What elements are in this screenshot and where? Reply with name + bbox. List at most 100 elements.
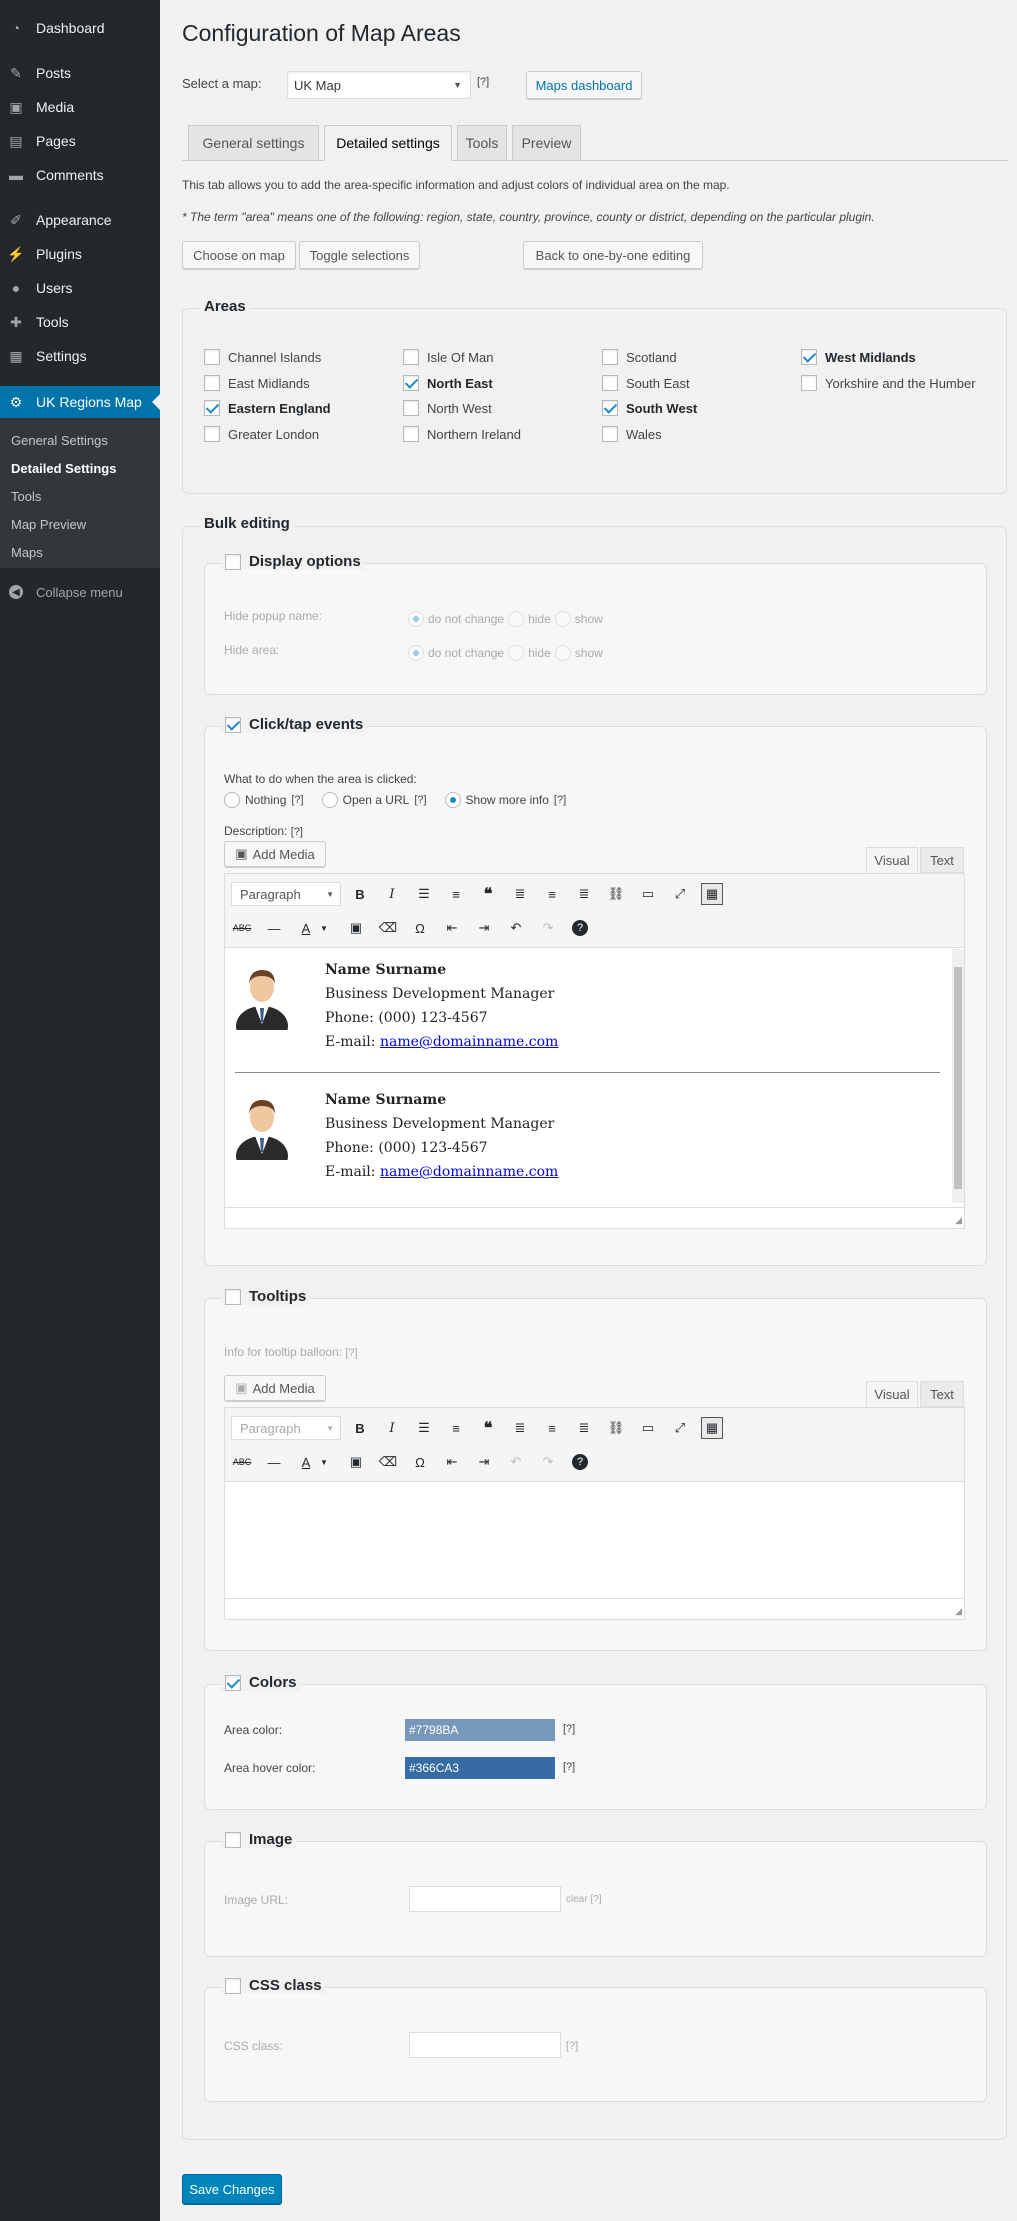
- special-character-icon[interactable]: Ω: [409, 1451, 431, 1473]
- undo-icon[interactable]: ↶: [505, 1451, 527, 1473]
- colors-checkbox[interactable]: [225, 1674, 241, 1691]
- chevron-down-icon[interactable]: ▼: [313, 1451, 335, 1473]
- tab-general-settings[interactable]: General settings: [188, 125, 319, 161]
- redo-icon[interactable]: ↷: [537, 1451, 559, 1473]
- toolbar-toggle-icon[interactable]: ▦: [701, 883, 723, 905]
- strikethrough-icon[interactable]: ABC: [231, 917, 253, 939]
- editor-scrollbar[interactable]: [952, 949, 964, 1203]
- undo-icon[interactable]: ↶: [505, 917, 527, 939]
- paste-text-icon[interactable]: ▣: [345, 917, 367, 939]
- read-more-icon[interactable]: ▭: [637, 883, 659, 905]
- sidebar-item-tools[interactable]: ✚ Tools: [0, 306, 160, 338]
- bullet-list-icon[interactable]: ☰: [413, 883, 435, 905]
- radio-no-change[interactable]: [408, 611, 424, 627]
- contact-email-link[interactable]: name@domainname.com: [380, 1034, 558, 1050]
- sidebar-item-pages[interactable]: ▤ Pages: [0, 125, 160, 157]
- fullscreen-icon[interactable]: ⤢: [669, 883, 691, 905]
- area-west-midlands[interactable]: West Midlands: [801, 349, 916, 365]
- bold-icon[interactable]: B: [349, 883, 371, 905]
- colors-legend[interactable]: Colors: [221, 1674, 301, 1691]
- sidebar-item-users[interactable]: ● Users: [0, 272, 160, 304]
- sidebar-item-posts[interactable]: ✎ Posts: [0, 57, 160, 89]
- radio-show[interactable]: [554, 611, 571, 627]
- checkbox-checked[interactable]: [204, 400, 220, 416]
- area-yorkshire-and-the-humber[interactable]: Yorkshire and the Humber: [801, 375, 976, 391]
- read-more-icon[interactable]: ▭: [637, 1417, 659, 1439]
- display-options-legend[interactable]: Display options: [221, 553, 365, 570]
- bold-icon[interactable]: B: [349, 1417, 371, 1439]
- area-northern-ireland[interactable]: Northern Ireland: [403, 426, 521, 442]
- clear-formatting-icon[interactable]: ⌫: [377, 917, 399, 939]
- area-north-east[interactable]: North East: [403, 375, 493, 391]
- checkbox[interactable]: [602, 426, 618, 442]
- checkbox[interactable]: [204, 426, 220, 442]
- css-class-input[interactable]: [409, 2032, 561, 2058]
- checkbox-checked[interactable]: [602, 400, 618, 416]
- chevron-down-icon[interactable]: ▼: [313, 917, 335, 939]
- radio-open-url[interactable]: [321, 792, 338, 808]
- editor-tab-text[interactable]: Text: [920, 847, 964, 873]
- italic-icon[interactable]: I: [381, 883, 403, 905]
- sidebar-item-dashboard[interactable]: ◔ Dashboard: [0, 12, 160, 44]
- help-link[interactable]: [?]: [291, 826, 303, 838]
- editor-body[interactable]: Name Surname Business Development Manage…: [225, 949, 952, 1203]
- resize-handle-icon[interactable]: ◢: [955, 1606, 962, 1617]
- choose-on-map-button[interactable]: Choose on map: [182, 241, 296, 269]
- submenu-tools[interactable]: Tools: [0, 482, 160, 510]
- area-greater-london[interactable]: Greater London: [204, 426, 319, 442]
- align-right-icon[interactable]: ≣: [573, 883, 595, 905]
- click-events-legend[interactable]: Click/tap events: [221, 716, 368, 733]
- area-wales[interactable]: Wales: [602, 426, 662, 442]
- toggle-selections-button[interactable]: Toggle selections: [299, 241, 420, 269]
- css-class-legend[interactable]: CSS class: [221, 1977, 326, 1994]
- radio-show-more-info[interactable]: [444, 792, 461, 808]
- checkbox[interactable]: [204, 375, 220, 391]
- area-scotland[interactable]: Scotland: [602, 349, 677, 365]
- checkbox[interactable]: [602, 349, 618, 365]
- format-select[interactable]: Paragraph ▼: [231, 882, 341, 906]
- numbered-list-icon[interactable]: ≡: [445, 883, 467, 905]
- add-media-button[interactable]: ▣ Add Media: [224, 1375, 326, 1401]
- help-link[interactable]: [?]: [477, 76, 489, 88]
- collapse-menu-button[interactable]: ◀ Collapse menu: [0, 578, 160, 606]
- redo-icon[interactable]: ↷: [537, 917, 559, 939]
- radio-no-change[interactable]: [408, 645, 424, 661]
- radio-nothing[interactable]: [224, 792, 240, 808]
- radio-hide[interactable]: [508, 645, 525, 661]
- format-select[interactable]: Paragraph ▼: [231, 1416, 341, 1440]
- area-north-west[interactable]: North West: [403, 400, 492, 416]
- strikethrough-icon[interactable]: ABC: [231, 1451, 253, 1473]
- click-events-checkbox[interactable]: [225, 716, 241, 733]
- scrollbar-thumb[interactable]: [954, 967, 962, 1189]
- sidebar-item-comments[interactable]: ▬ Comments: [0, 159, 160, 191]
- tooltips-checkbox[interactable]: [225, 1288, 241, 1305]
- area-channel-islands[interactable]: Channel Islands: [204, 349, 321, 365]
- sidebar-item-uk-regions-map[interactable]: ⚙ UK Regions Map: [0, 386, 160, 418]
- area-south-west[interactable]: South West: [602, 400, 697, 416]
- numbered-list-icon[interactable]: ≡: [445, 1417, 467, 1439]
- tooltip-editor[interactable]: Paragraph ▼ B I ☰ ≡ ❝ ≣ ≡ ≣ ⛓ ▭ ⤢ ▦ ABC —…: [224, 1407, 965, 1620]
- link-icon[interactable]: ⛓: [605, 883, 627, 905]
- radio-show[interactable]: [554, 645, 571, 661]
- indent-icon[interactable]: ⇥: [473, 917, 495, 939]
- checkbox[interactable]: [801, 375, 817, 391]
- resize-handle-icon[interactable]: ◢: [955, 1215, 962, 1226]
- submenu-maps[interactable]: Maps: [0, 538, 160, 566]
- sidebar-item-media[interactable]: ▣ Media: [0, 91, 160, 123]
- tab-detailed-settings[interactable]: Detailed settings: [324, 125, 452, 161]
- clear-link[interactable]: clear: [566, 1894, 588, 1905]
- tooltips-legend[interactable]: Tooltips: [221, 1288, 311, 1305]
- help-link[interactable]: [?]: [566, 2040, 578, 2052]
- tab-tools[interactable]: Tools: [457, 125, 507, 161]
- help-icon[interactable]: ?: [572, 920, 588, 936]
- save-changes-button[interactable]: Save Changes: [182, 2174, 282, 2204]
- image-checkbox[interactable]: [225, 1831, 241, 1848]
- align-left-icon[interactable]: ≣: [509, 883, 531, 905]
- outdent-icon[interactable]: ⇤: [441, 917, 463, 939]
- sidebar-item-settings[interactable]: ▦ Settings: [0, 340, 160, 372]
- add-media-button[interactable]: ▣ Add Media: [224, 841, 326, 867]
- sidebar-item-plugins[interactable]: ⚡ Plugins: [0, 238, 160, 270]
- editor-tab-visual[interactable]: Visual: [866, 1381, 918, 1407]
- help-link[interactable]: [?]: [563, 1761, 575, 1773]
- checkbox[interactable]: [204, 349, 220, 365]
